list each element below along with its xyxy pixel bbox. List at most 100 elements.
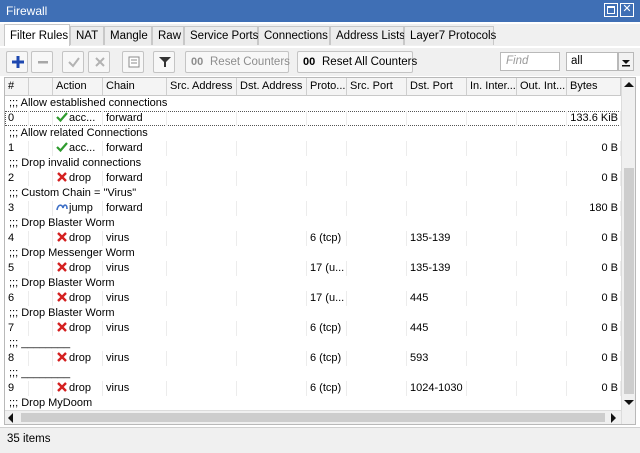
tab-mangle[interactable]: Mangle <box>104 26 152 45</box>
rule-chain: virus <box>103 231 167 246</box>
rule-chain: virus <box>103 351 167 366</box>
comment-row[interactable]: ;;; Drop Blaster Worm <box>5 306 621 321</box>
rule-src-address <box>167 291 237 306</box>
reset-counters-button[interactable]: 00 Reset Counters <box>185 51 289 73</box>
rule-chain: forward <box>103 141 167 156</box>
tab-bar: Filter Rules NAT Mangle Raw Service Port… <box>0 24 640 46</box>
rule-bytes: 180 B <box>567 201 621 216</box>
column-header[interactable]: # <box>5 78 29 95</box>
rule-flag <box>29 111 53 126</box>
column-header[interactable]: Dst. Address <box>237 78 307 95</box>
comment-row[interactable]: ;;; Drop Blaster Worm <box>5 276 621 291</box>
reset-counters-label: Reset Counters <box>210 56 290 68</box>
horizontal-scrollbar[interactable] <box>5 410 621 425</box>
rule-in-interface <box>467 111 517 126</box>
comment-row[interactable]: ;;; Drop Messenger Worm <box>5 246 621 261</box>
column-header[interactable]: Src. Port <box>347 78 407 95</box>
rule-src-port <box>347 321 407 336</box>
rule-action-label: drop <box>69 172 91 184</box>
drop-x-icon <box>56 231 68 243</box>
rule-row[interactable]: 7 drop virus 6 (tcp) 445 0 B <box>5 321 621 336</box>
rule-flag <box>29 141 53 156</box>
scroll-down-icon[interactable] <box>624 400 634 405</box>
rule-row[interactable]: 0 acc... forward 133.6 KiB <box>5 111 621 126</box>
column-header[interactable]: In. Inter... <box>467 78 517 95</box>
rule-src-port <box>347 201 407 216</box>
comment-row[interactable]: ;;; Drop MyDoom <box>5 396 621 411</box>
rule-row[interactable]: 6 drop virus 17 (u... 445 0 B <box>5 291 621 306</box>
restore-icon[interactable] <box>604 3 618 17</box>
scroll-right-icon[interactable] <box>611 413 616 423</box>
reset-all-counters-button[interactable]: 00 Reset All Counters <box>297 51 413 73</box>
scope-select[interactable]: all <box>566 52 618 71</box>
comment-row[interactable]: ;;; Drop Blaster Worm <box>5 216 621 231</box>
enable-button[interactable] <box>62 51 84 73</box>
hscroll-thumb[interactable] <box>21 413 605 422</box>
comment-button[interactable] <box>122 51 144 73</box>
close-icon[interactable]: ✕ <box>620 3 634 17</box>
rule-action: drop <box>53 291 103 306</box>
comment-row[interactable]: ;;; ________ <box>5 336 621 351</box>
rule-dst-address <box>237 141 307 156</box>
scroll-thumb[interactable] <box>624 168 634 394</box>
rule-in-interface <box>467 321 517 336</box>
vertical-scrollbar[interactable] <box>621 78 636 424</box>
rule-dst-port <box>407 171 467 186</box>
comment-row[interactable]: ;;; Drop invalid connections <box>5 156 621 171</box>
tab-filter-rules[interactable]: Filter Rules <box>4 24 70 46</box>
rule-dst-port: 593 <box>407 351 467 366</box>
rule-row[interactable]: 5 drop virus 17 (u... 135-139 0 B <box>5 261 621 276</box>
column-header[interactable] <box>29 78 53 95</box>
column-header[interactable]: Proto... <box>307 78 347 95</box>
filter-button[interactable] <box>153 51 175 73</box>
drop-x-icon <box>56 381 68 393</box>
tab-layer7-protocols[interactable]: Layer7 Protocols <box>404 26 494 45</box>
rule-action: drop <box>53 321 103 336</box>
rule-action: drop <box>53 231 103 246</box>
rule-in-interface <box>467 351 517 366</box>
rule-protocol <box>307 201 347 216</box>
scroll-up-icon[interactable] <box>624 82 634 87</box>
rule-row[interactable]: 1 acc... forward 0 B <box>5 141 621 156</box>
tab-raw[interactable]: Raw <box>152 26 184 45</box>
scroll-left-icon[interactable] <box>8 413 13 423</box>
rule-chain: forward <box>103 111 167 126</box>
tab-address-lists[interactable]: Address Lists <box>330 26 404 45</box>
comment-row[interactable]: ;;; Allow established connections <box>5 96 621 111</box>
plus-icon <box>11 55 25 69</box>
find-input[interactable]: Find <box>500 52 560 71</box>
tab-nat[interactable]: NAT <box>70 26 104 45</box>
rule-out-interface <box>517 201 567 216</box>
disable-button[interactable] <box>88 51 110 73</box>
comment-row[interactable]: ;;; ________ <box>5 366 621 381</box>
rule-row[interactable]: 4 drop virus 6 (tcp) 135-139 0 B <box>5 231 621 246</box>
remove-button[interactable] <box>31 51 53 73</box>
column-header[interactable]: Chain <box>103 78 167 95</box>
rule-protocol <box>307 141 347 156</box>
column-header[interactable]: Src. Address <box>167 78 237 95</box>
column-header[interactable]: Dst. Port <box>407 78 467 95</box>
comment-row[interactable]: ;;; Allow related Connections <box>5 126 621 141</box>
rule-row[interactable]: 8 drop virus 6 (tcp) 593 0 B <box>5 351 621 366</box>
rule-action: acc... <box>53 141 103 156</box>
rule-in-interface <box>467 201 517 216</box>
rule-flag <box>29 201 53 216</box>
rule-flag <box>29 261 53 276</box>
rule-dst-address <box>237 201 307 216</box>
scope-dropdown-button[interactable] <box>618 52 634 71</box>
column-header[interactable]: Action <box>53 78 103 95</box>
comment-row[interactable]: ;;; Custom Chain = "Virus" <box>5 186 621 201</box>
column-header[interactable]: Out. Int... <box>517 78 567 95</box>
rule-row[interactable]: 3 jump forward 180 B <box>5 201 621 216</box>
column-header[interactable]: Bytes <box>567 78 621 95</box>
rule-row[interactable]: 9 drop virus 6 (tcp) 1024-1030 0 B <box>5 381 621 396</box>
rule-bytes: 0 B <box>567 171 621 186</box>
rule-dst-address <box>237 231 307 246</box>
window-titlebar: Firewall ✕ <box>0 0 640 22</box>
tab-connections[interactable]: Connections <box>258 26 330 45</box>
rule-row[interactable]: 2 drop forward 0 B <box>5 171 621 186</box>
tab-service-ports[interactable]: Service Ports <box>184 26 258 45</box>
rule-out-interface <box>517 261 567 276</box>
rule-number: 1 <box>5 141 29 156</box>
add-button[interactable] <box>6 51 28 73</box>
